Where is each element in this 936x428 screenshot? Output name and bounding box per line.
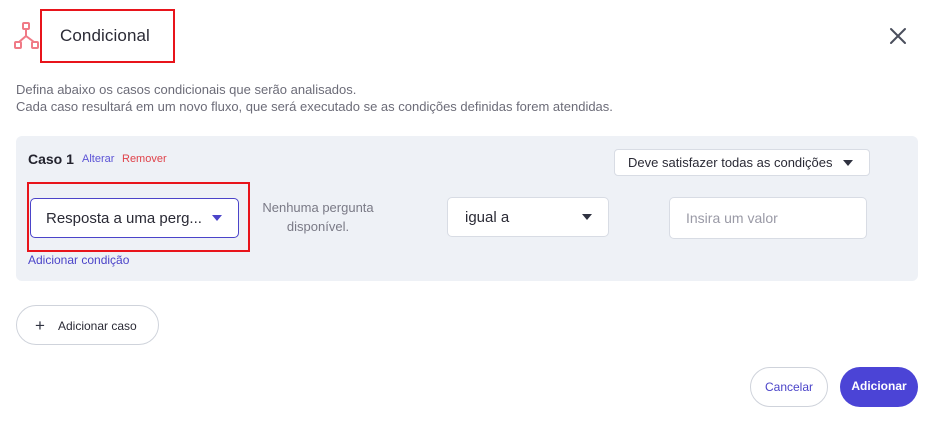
close-icon[interactable] <box>884 22 912 50</box>
no-question-line-2: disponível. <box>286 219 350 234</box>
add-button[interactable]: Adicionar <box>840 367 918 407</box>
plus-icon: + <box>35 316 45 335</box>
add-case-label: Adicionar caso <box>58 319 137 333</box>
match-mode-select[interactable]: Deve satisfazer todas as condições <box>614 149 870 176</box>
case-title: Caso 1 <box>28 151 74 167</box>
conditional-modal: Condicional Defina abaixo os casos condi… <box>0 0 936 428</box>
chevron-down-icon <box>582 214 592 220</box>
description-line-1: Defina abaixo os casos condicionais que … <box>16 82 357 97</box>
question-select-value: Resposta a uma perg... <box>46 210 202 227</box>
match-mode-value: Deve satisfazer todas as condições <box>628 155 833 170</box>
alter-case-link[interactable]: Alterar <box>82 153 114 165</box>
description-line-2: Cada caso resultará em um novo fluxo, qu… <box>16 99 613 114</box>
remove-case-link[interactable]: Remover <box>122 153 167 165</box>
add-condition-link[interactable]: Adicionar condição <box>28 253 129 267</box>
add-case-button[interactable]: + Adicionar caso <box>16 305 159 345</box>
no-question-message: Nenhuma pergunta disponível. <box>250 198 386 236</box>
no-question-line-1: Nenhuma pergunta <box>262 200 374 215</box>
operator-select[interactable]: igual a <box>447 197 609 237</box>
value-input[interactable] <box>669 197 867 239</box>
modal-title: Condicional <box>60 26 150 45</box>
operator-select-value: igual a <box>465 209 510 226</box>
cancel-button[interactable]: Cancelar <box>750 367 828 407</box>
branch-icon <box>14 22 39 49</box>
chevron-down-icon <box>843 160 853 166</box>
chevron-down-icon <box>212 215 222 221</box>
question-select[interactable]: Resposta a uma perg... <box>30 198 239 238</box>
